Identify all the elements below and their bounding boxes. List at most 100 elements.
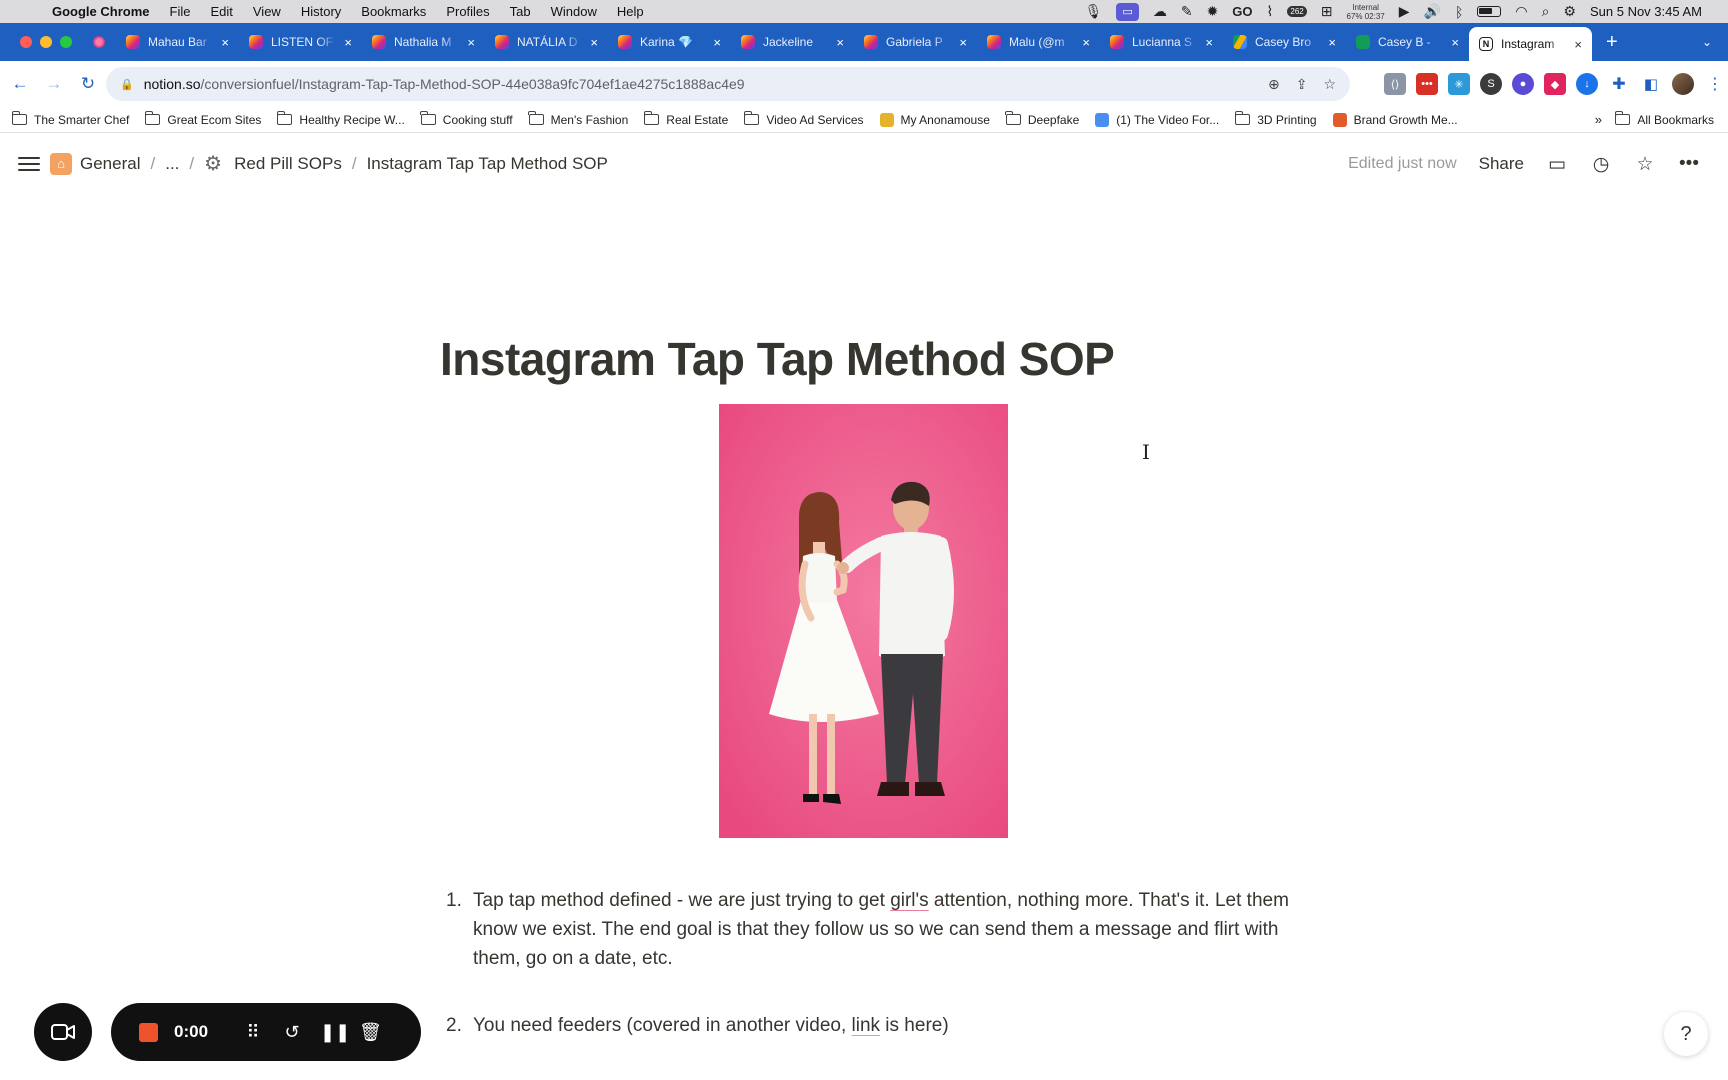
close-tab-icon[interactable]: × <box>221 35 229 50</box>
menu-datetime[interactable]: Sun 5 Nov 3:45 AM <box>1590 4 1702 19</box>
menu-profiles[interactable]: Profiles <box>446 4 489 19</box>
bluetooth-icon[interactable]: ᛒ <box>1455 4 1463 20</box>
control-center-icon[interactable]: ⚙ <box>1563 3 1576 20</box>
favorite-star-icon[interactable]: ☆ <box>1634 153 1656 176</box>
close-tab-icon[interactable]: × <box>344 35 352 50</box>
spotlight-search-icon[interactable]: ⌕ <box>1542 3 1550 20</box>
browser-tab[interactable]: Lucianna S × <box>1100 27 1223 57</box>
back-arrow-icon[interactable]: ← <box>6 74 34 94</box>
close-tab-icon[interactable]: × <box>836 35 844 50</box>
notification-badge[interactable]: 262 <box>1287 6 1307 17</box>
tab-search-chevron-icon[interactable]: ⌄ <box>1702 35 1712 49</box>
page-title[interactable]: Instagram Tap Tap Method SOP <box>440 332 1115 386</box>
close-tab-icon[interactable]: × <box>713 35 721 50</box>
extension-dots-icon[interactable]: ••• <box>1416 73 1438 95</box>
close-tab-icon[interactable]: × <box>959 35 967 50</box>
menu-window[interactable]: Window <box>551 4 597 19</box>
browser-tab[interactable]: Casey B - × <box>1346 27 1469 57</box>
menu-tab[interactable]: Tab <box>510 4 531 19</box>
bookmark-item[interactable]: 3D Printing <box>1234 111 1317 127</box>
list-item-text[interactable]: You need feeders (covered in another vid… <box>473 1011 1290 1040</box>
share-button[interactable]: Share <box>1479 154 1524 174</box>
browser-tab[interactable]: Malu (@m × <box>977 27 1100 57</box>
breadcrumb-current[interactable]: Instagram Tap Tap Method SOP <box>367 154 608 174</box>
close-window-button[interactable] <box>20 36 32 48</box>
pinned-tab[interactable] <box>86 28 112 56</box>
close-tab-icon[interactable]: × <box>590 35 598 50</box>
camera-toggle-button[interactable] <box>34 1003 92 1061</box>
battery-icon[interactable] <box>1477 6 1502 17</box>
menu-help[interactable]: Help <box>617 4 644 19</box>
bookmark-item[interactable]: Video Ad Services <box>743 111 864 127</box>
spellcheck-word[interactable]: girl's <box>890 890 928 911</box>
chrome-menu-icon[interactable]: ⋮ <box>1704 73 1726 95</box>
profile-avatar[interactable] <box>1672 73 1694 95</box>
bookmark-star-icon[interactable]: ☆ <box>1323 76 1336 93</box>
browser-tab[interactable]: LISTEN OF × <box>239 27 362 57</box>
sun-icon[interactable]: ✹ <box>1207 3 1219 20</box>
couple-photo[interactable] <box>719 404 1008 838</box>
extensions-puzzle-icon[interactable]: ✚ <box>1608 73 1630 95</box>
breadcrumb-parent[interactable]: Red Pill SOPs <box>234 154 342 174</box>
browser-tab[interactable]: Jackeline × <box>731 27 854 57</box>
stop-recording-button[interactable] <box>139 1022 158 1042</box>
sidebar-toggle-icon[interactable] <box>18 153 40 175</box>
wifi-icon[interactable]: ◠ <box>1515 3 1527 20</box>
go-icon[interactable]: GO <box>1232 4 1252 19</box>
feeders-link[interactable]: link <box>852 1015 881 1036</box>
browser-tab[interactable]: Casey Bro × <box>1223 27 1346 57</box>
bookmark-item[interactable]: Real Estate <box>643 111 728 127</box>
extension-s-icon[interactable]: S <box>1480 73 1502 95</box>
bookmark-item[interactable]: Healthy Recipe W... <box>276 111 405 127</box>
drag-handle-icon[interactable]: ⠿ <box>242 1022 264 1043</box>
close-tab-icon[interactable]: × <box>1082 35 1090 50</box>
extension-code-icon[interactable]: ⟨⟩ <box>1384 73 1406 95</box>
history-clock-icon[interactable]: ◷ <box>1590 153 1612 176</box>
menu-bookmarks[interactable]: Bookmarks <box>361 4 426 19</box>
comments-icon[interactable]: ▭ <box>1546 153 1568 176</box>
more-options-icon[interactable]: ••• <box>1678 153 1700 175</box>
forward-arrow-icon[interactable]: → <box>40 74 68 94</box>
list-item[interactable]: 1. Tap tap method defined - we are just … <box>440 886 1290 973</box>
zoom-icon[interactable]: ⊕ <box>1268 76 1280 93</box>
close-tab-icon[interactable]: × <box>1574 37 1582 52</box>
play-icon[interactable]: ▶ <box>1399 3 1410 20</box>
minimize-window-button[interactable] <box>40 36 52 48</box>
pause-icon[interactable]: ❚❚ <box>320 1022 350 1043</box>
bookmarks-overflow-button[interactable]: » <box>1595 112 1602 127</box>
restart-icon[interactable]: ↺ <box>281 1022 303 1043</box>
bookmark-item[interactable]: My Anonamouse <box>879 112 990 127</box>
browser-tab[interactable]: Nathalia M × <box>362 27 485 57</box>
site-info-icon[interactable]: 🔒 <box>120 78 134 91</box>
pen-icon[interactable]: ✎ <box>1181 3 1193 20</box>
address-bar[interactable]: 🔒 notion.so/conversionfuel/Instagram-Tap… <box>106 67 1350 101</box>
cloud-icon[interactable]: ☁ <box>1153 3 1167 20</box>
help-button[interactable]: ? <box>1664 1012 1708 1056</box>
paperclip-icon[interactable]: ⌇ <box>1267 3 1274 20</box>
extension-color-icon[interactable]: ● <box>1512 73 1534 95</box>
menu-app-name[interactable]: Google Chrome <box>52 4 150 19</box>
close-tab-icon[interactable]: × <box>1451 35 1459 50</box>
reload-icon[interactable]: ↻ <box>74 74 102 94</box>
browser-tab[interactable]: NATÁLIA D × <box>485 27 608 57</box>
browser-tab[interactable]: Karina 💎 × <box>608 27 731 57</box>
list-item[interactable]: 2. You need feeders (covered in another … <box>440 1011 1290 1040</box>
browser-tab[interactable]: Mahau Bar × <box>116 27 239 57</box>
screen-share-icon[interactable]: ▭ <box>1116 2 1139 21</box>
share-page-icon[interactable]: ⇪ <box>1296 76 1308 93</box>
breadcrumb-ellipsis[interactable]: ... <box>165 154 179 174</box>
volume-icon[interactable]: 🔊 <box>1424 3 1441 20</box>
close-tab-icon[interactable]: × <box>1205 35 1213 50</box>
bookmark-item[interactable]: The Smarter Chef <box>11 111 129 127</box>
side-panel-icon[interactable]: ◧ <box>1640 73 1662 95</box>
list-item-text[interactable]: Tap tap method defined - we are just try… <box>473 886 1290 973</box>
browser-tab[interactable]: Gabriela P × <box>854 27 977 57</box>
all-bookmarks-button[interactable]: All Bookmarks <box>1614 111 1714 127</box>
extension-download-icon[interactable]: ↓ <box>1576 73 1598 95</box>
trash-icon[interactable]: 🗑 <box>359 1022 382 1043</box>
bookmark-item[interactable]: Great Ecom Sites <box>144 111 261 127</box>
bookmark-item[interactable]: Brand Growth Me... <box>1332 112 1458 127</box>
grid-icon[interactable]: ⊞ <box>1321 3 1333 20</box>
bookmark-item[interactable]: (1) The Video For... <box>1095 112 1219 127</box>
breadcrumb-root[interactable]: General <box>80 154 140 174</box>
